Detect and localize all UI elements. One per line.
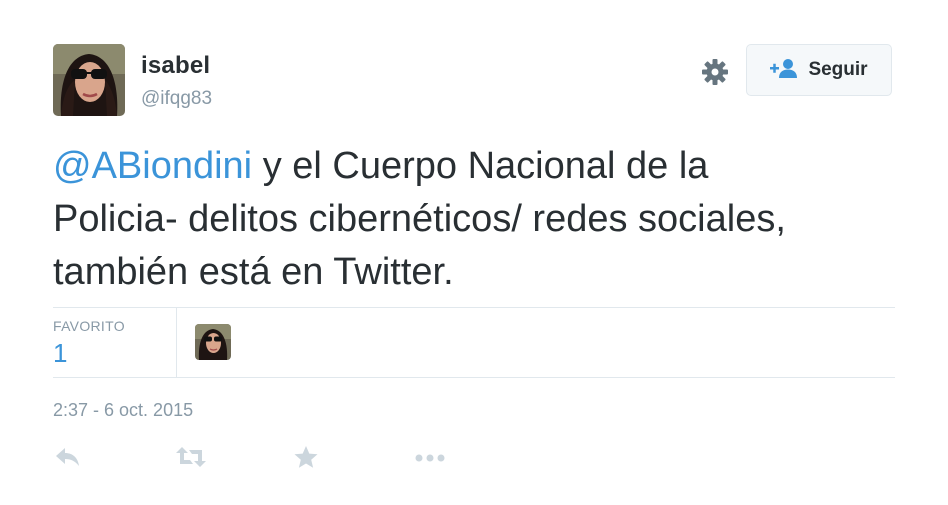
tweet-line-1: @ABiondini y el Cuerpo Nacional de la [53, 140, 913, 193]
user-handle[interactable]: @ifqg83 [141, 88, 212, 110]
favorites-count[interactable]: 1 [53, 338, 67, 369]
tweet-timestamp[interactable]: 2:37 - 6 oct. 2015 [53, 400, 193, 421]
tweet-line-2: Policia- delitos cibernéticos/ redes soc… [53, 198, 786, 240]
tweet-line-3: también está en Twitter. [53, 251, 454, 293]
tweet-line-1-text: y el Cuerpo Nacional de la [252, 145, 709, 187]
retweet-icon[interactable] [175, 445, 206, 471]
favorites-label: FAVORITO [53, 318, 125, 334]
stats-separator [176, 308, 177, 377]
mention-link[interactable]: @ABiondini [53, 145, 252, 187]
add-user-icon [770, 58, 798, 83]
follow-button[interactable]: Seguir [746, 44, 892, 96]
follow-button-label: Seguir [808, 59, 868, 80]
user-name[interactable]: isabel [141, 52, 210, 80]
gear-icon[interactable] [700, 57, 730, 87]
divider-bottom [53, 377, 895, 378]
divider-top [53, 307, 895, 308]
favoriter-avatar-image [195, 324, 231, 360]
more-icon[interactable] [414, 445, 445, 471]
avatar[interactable] [53, 44, 125, 116]
favoriter-avatar[interactable] [195, 324, 231, 360]
star-icon[interactable] [293, 445, 323, 471]
reply-icon[interactable] [54, 445, 84, 471]
tweet-text: @ABiondini y el Cuerpo Nacional de la Po… [53, 140, 913, 299]
avatar-image [53, 44, 125, 116]
